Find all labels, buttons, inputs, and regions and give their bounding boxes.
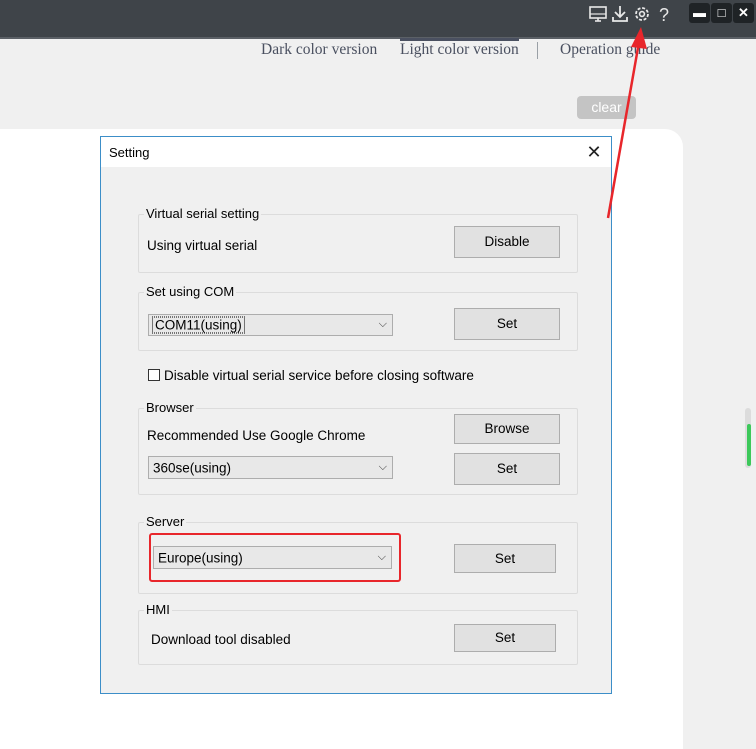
annotation-arrow-line bbox=[606, 41, 641, 219]
annotation-arrow-head bbox=[631, 27, 647, 49]
annotation-arrow bbox=[606, 27, 647, 219]
